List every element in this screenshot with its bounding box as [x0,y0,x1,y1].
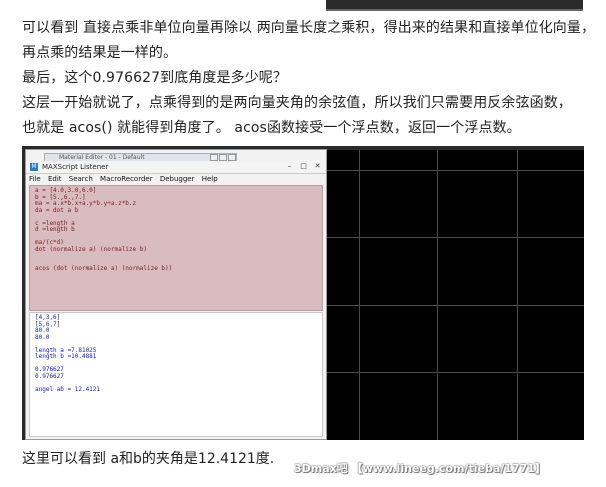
editor-line: da = dot a b [35,206,79,214]
grid-line [437,150,438,440]
article-line-5: 也就是 acos() 就能得到角度了。 acos函数接受一个浮点数，返回一个浮点… [22,120,521,136]
menu-file[interactable]: File [29,175,41,183]
menu-help[interactable]: Help [202,175,218,183]
article-line-3: 最后，这个0.976627到底角度是多少呢？ [22,70,287,86]
menu-debugger[interactable]: Debugger [160,175,195,183]
article-line-2: 再点乘的结果是一样的。 [22,45,178,61]
listener-output-pane[interactable]: [4,3,6] [5,6,7] 80.0 80.0 length a =7.81… [29,312,323,437]
script-editor-pane[interactable]: a = [4.0,3.0,6.0] b = [5.,6.,7.] ma = a.… [29,185,323,311]
grid-line [517,150,518,440]
menu-macrorecorder[interactable]: MacroRecorder [100,175,153,183]
article-line-1: 可以看到 直接点乘非单位向量再除以 两向量长度之乘积，得出来的结果和直接单位化向… [22,20,596,36]
output-line: 0.976627 [35,372,64,380]
menu-search[interactable]: Search [69,175,93,183]
output-line: 80.0 [35,333,50,341]
listener-title: MAXScript Listener [42,163,109,171]
editor-line: acos (dot (normalize a) (normalize b)) [35,265,173,272]
maxscript-listener-window: Material Editor - 01 - Default M MAXScri… [25,149,327,440]
material-editor-title: Material Editor - 01 - Default [59,154,145,161]
material-editor-maximize-icon[interactable] [219,154,227,161]
close-icon[interactable]: ✕ [311,162,324,171]
embedded-screenshot: Material Editor - 01 - Default M MAXScri… [22,146,584,440]
article-line-4: 这层一开始就说了，点乘得到的是两向量夹角的余弦值，所以我们只需要用反余弦函数， [22,95,572,111]
viewport-grid [327,150,584,440]
caption: 这里可以看到 a和b的夹角是12.4121度. [22,451,275,467]
menu-bar: File Edit Search MacroRecorder Debugger … [26,174,326,184]
maxscript-app-icon: M [30,163,38,171]
editor-line: dot (normalize a) (normalize b) [35,245,147,253]
editor-line: d =length b [35,226,75,233]
output-angle-line: angel ab = 12.4121 [35,385,101,393]
output-line: length b =10.4881 [35,353,97,360]
watermark: 3Dmax吧 【www.lineeg.com/tieba/1771】 [294,462,546,475]
top-viewport-strip [326,0,583,11]
grid-line [359,150,360,440]
minimize-icon[interactable]: – [283,162,296,171]
material-editor-close-icon[interactable] [228,154,236,161]
grid-line [327,237,584,238]
material-editor-minimize-icon[interactable] [210,154,218,161]
grid-line [327,372,584,373]
grid-line [327,170,584,171]
listener-titlebar: M MAXScript Listener – □ ✕ [26,161,326,174]
grid-line [327,305,584,306]
maximize-icon[interactable]: □ [297,162,310,171]
menu-edit[interactable]: Edit [48,175,62,183]
